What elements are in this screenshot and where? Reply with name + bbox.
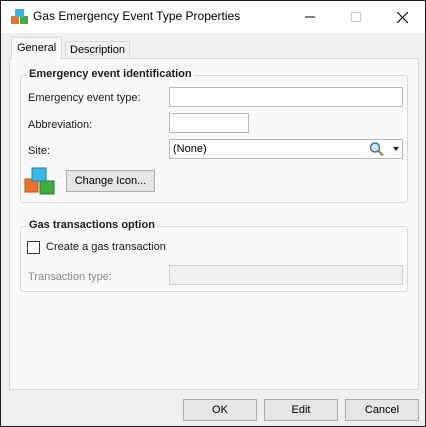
ok-button[interactable]: OK bbox=[183, 399, 257, 421]
change-icon-button[interactable]: Change Icon... bbox=[66, 170, 155, 192]
title-bar[interactable]: Gas Emergency Event Type Properties bbox=[1, 1, 425, 33]
event-type-label: Emergency event type: bbox=[28, 92, 141, 104]
transaction-type-label: Transaction type: bbox=[28, 271, 112, 283]
site-combo[interactable]: (None) bbox=[169, 139, 403, 159]
minimize-button[interactable] bbox=[287, 1, 333, 33]
close-button[interactable] bbox=[379, 1, 425, 33]
tab-general[interactable]: General bbox=[11, 37, 63, 59]
tab-strip: General Description bbox=[9, 37, 419, 59]
maximize-button[interactable] bbox=[333, 1, 379, 33]
close-icon bbox=[396, 11, 408, 23]
event-type-cubes-icon bbox=[24, 167, 55, 195]
general-tab-page: Emergency event identification Emergency… bbox=[9, 58, 419, 390]
create-transaction-label[interactable]: Create a gas transaction bbox=[46, 241, 166, 253]
edit-button[interactable]: Edit bbox=[264, 399, 338, 421]
transaction-type-input[interactable] bbox=[169, 265, 403, 285]
search-icon[interactable] bbox=[368, 141, 386, 157]
identification-group-title: Emergency event identification bbox=[27, 68, 194, 80]
abbreviation-label: Abbreviation: bbox=[28, 119, 93, 131]
window-title: Gas Emergency Event Type Properties bbox=[33, 9, 241, 23]
event-type-input[interactable] bbox=[169, 87, 403, 107]
tab-description[interactable]: Description bbox=[65, 41, 131, 59]
abbreviation-input[interactable] bbox=[169, 113, 249, 133]
create-transaction-checkbox[interactable] bbox=[27, 241, 40, 254]
cancel-button[interactable]: Cancel bbox=[345, 399, 419, 421]
dialog-footer: OK Edit Cancel bbox=[1, 390, 425, 426]
properties-dialog: Gas Emergency Event Type Properties Gene… bbox=[0, 0, 426, 427]
maximize-icon bbox=[351, 12, 361, 22]
site-combo-value: (None) bbox=[173, 143, 207, 155]
minimize-icon bbox=[305, 16, 315, 18]
transactions-group-title: Gas transactions option bbox=[27, 219, 157, 231]
app-cubes-icon bbox=[11, 9, 28, 24]
site-label: Site: bbox=[28, 145, 51, 157]
chevron-down-icon[interactable] bbox=[393, 147, 399, 151]
